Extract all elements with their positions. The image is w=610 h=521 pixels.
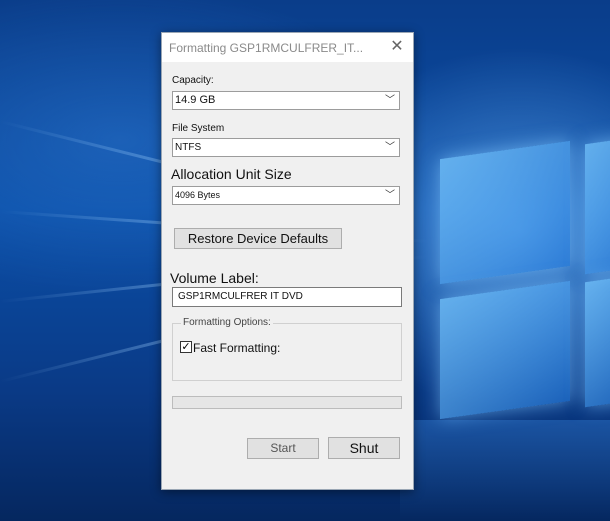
dialog-title: Formatting GSP1RMCULFRER_IT...: [169, 41, 364, 55]
chevron-down-icon: ﹀: [385, 190, 395, 201]
shut-button[interactable]: Shut: [328, 437, 400, 459]
logo-pane: [440, 140, 570, 285]
file-system-value: NTFS: [175, 142, 202, 153]
format-dialog: Formatting GSP1RMCULFRER_IT... ✕ Capacit…: [161, 32, 414, 490]
fast-formatting-label: Fast Formatting:: [193, 341, 281, 355]
title-bar[interactable]: Formatting GSP1RMCULFRER_IT... ✕: [162, 33, 413, 62]
file-system-select[interactable]: NTFS ﹀: [172, 138, 400, 157]
allocation-unit-select[interactable]: 4096 Bytes ﹀: [172, 186, 400, 205]
capacity-label: Capacity:: [172, 75, 214, 86]
fast-formatting-checkbox[interactable]: ✓: [180, 341, 192, 353]
capacity-value: 14.9 GB: [175, 94, 216, 106]
volume-label-label: Volume Label:: [170, 270, 259, 286]
formatting-options-legend: Formatting Options:: [181, 317, 273, 328]
formatting-options-group: Formatting Options: ✓ Fast Formatting:: [172, 317, 402, 381]
chevron-down-icon: ﹀: [385, 142, 395, 153]
restore-defaults-button[interactable]: Restore Device Defaults: [174, 228, 342, 249]
logo-pane: [440, 280, 570, 420]
file-system-label: File System: [172, 123, 225, 134]
logo-pane: [585, 273, 610, 408]
windows-logo-icon: [420, 135, 610, 440]
allocation-unit-value: 4096 Bytes: [175, 190, 221, 200]
capacity-select[interactable]: 14.9 GB ﹀: [172, 91, 400, 110]
volume-label-input[interactable]: GSP1RMCULFRER IT DVD: [172, 287, 402, 307]
format-progress-bar: [172, 396, 402, 409]
allocation-unit-label: Allocation Unit Size: [171, 166, 292, 182]
close-icon[interactable]: ✕: [387, 37, 407, 57]
start-button[interactable]: Start: [247, 438, 319, 459]
logo-pane: [585, 135, 610, 275]
floor-glow: [400, 420, 610, 521]
chevron-down-icon: ﹀: [385, 95, 395, 106]
